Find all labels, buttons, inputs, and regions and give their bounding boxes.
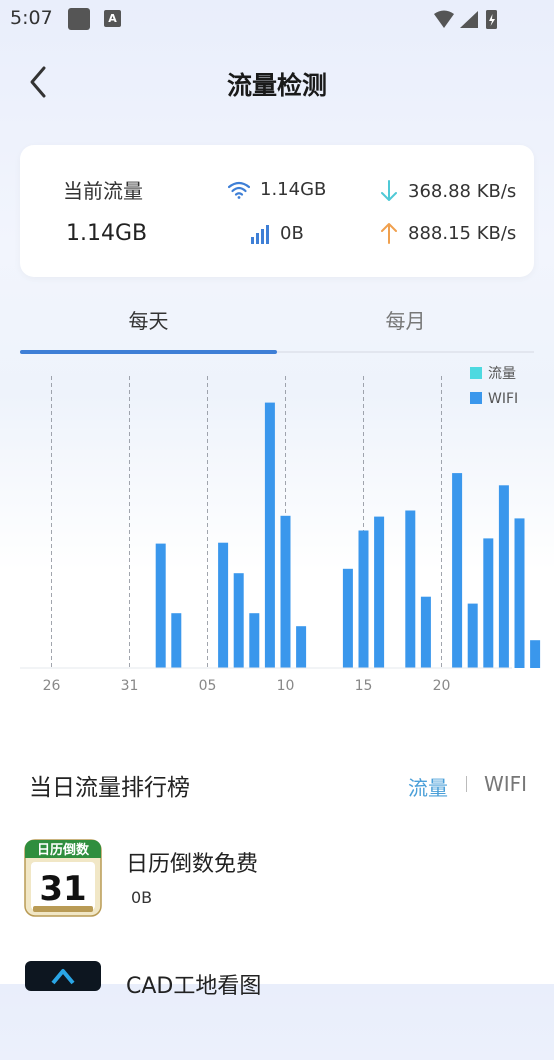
chart-bar — [280, 515, 291, 669]
chart-bar — [498, 485, 509, 668]
svg-text:日历倒数: 日历倒数 — [37, 842, 90, 858]
cad-app-icon — [25, 961, 101, 991]
x-tick-label: 20 — [433, 678, 451, 694]
chart-bar — [249, 613, 260, 668]
notification-icon — [68, 8, 90, 30]
chart-bar — [405, 510, 416, 668]
chart-bar — [374, 516, 385, 668]
x-tick-label: 15 — [355, 678, 373, 694]
chart-bar — [467, 603, 478, 668]
chart-bar — [452, 473, 463, 668]
chart-bar — [358, 530, 369, 668]
download-speed-row: 368.88 KB/s — [380, 179, 516, 203]
page-title: 流量检测 — [226, 71, 327, 100]
chart-bar — [218, 542, 229, 668]
wifi-usage-value: 1.14GB — [260, 179, 327, 200]
current-traffic-value: 1.14GB — [66, 221, 148, 246]
chart-bar — [530, 640, 541, 668]
ranking-toggle-divider — [466, 776, 467, 792]
upload-speed-value: 888.15 KB/s — [408, 222, 517, 244]
svg-text:31: 31 — [39, 869, 86, 909]
app-usage: 0B — [131, 888, 153, 907]
chart-bar — [233, 573, 244, 668]
legend-swatch-wifi — [470, 392, 482, 404]
wifi-icon — [228, 181, 250, 199]
current-traffic-card: 当前流量 1.14GB 1.14GB 0B 368.88 KB/s 888.15… — [20, 145, 534, 277]
tab-monthly[interactable]: 每月 — [277, 305, 534, 334]
x-tick-label: 05 — [199, 678, 217, 694]
system-status-icons — [432, 9, 516, 35]
wifi-usage-row: 1.14GB — [228, 179, 326, 200]
legend-label-wifi: WIFI — [488, 391, 518, 407]
legend-label-traffic: 流量 — [488, 366, 516, 382]
cellular-usage-row: 0B — [250, 223, 304, 244]
chart-bar — [155, 543, 166, 668]
cellular-signal-icon — [460, 11, 478, 28]
x-tick-label: 10 — [277, 678, 295, 694]
chart-bar — [296, 626, 307, 668]
daily-traffic-chart: 26 31 05 10 15 20 流量 WIFI — [20, 366, 541, 694]
legend-swatch-traffic — [470, 367, 482, 379]
period-tabs: 每天 每月 — [20, 305, 534, 355]
chart-bar — [420, 596, 431, 668]
ranking-title: 当日流量排行榜 — [29, 775, 190, 801]
chart-bar — [514, 518, 525, 668]
status-time: 5:07 — [10, 7, 53, 29]
chart-bar — [483, 538, 494, 668]
upload-speed-row: 888.15 KB/s — [380, 221, 516, 245]
ranking-toggle-traffic[interactable]: 流量 — [408, 772, 448, 801]
x-tick-label: 26 — [43, 678, 61, 694]
arrow-down-icon — [381, 180, 397, 201]
x-tick-label: 31 — [121, 678, 139, 694]
header: 流量检测 — [0, 52, 554, 114]
app-list-item[interactable]: 日历倒数 31 日历倒数免费 0B — [0, 838, 554, 938]
app-list-item[interactable]: CAD工地看图 — [0, 960, 554, 1060]
tab-indicator — [20, 350, 277, 354]
chart-legend: 流量 WIFI — [470, 366, 518, 407]
keyboard-notification-icon: A — [104, 10, 121, 27]
app-name: 日历倒数免费 — [126, 852, 259, 877]
app-name: CAD工地看图 — [126, 974, 262, 999]
ranking-toggle-wifi[interactable]: WIFI — [484, 772, 527, 796]
arrow-up-icon — [381, 223, 397, 244]
tab-daily[interactable]: 每天 — [20, 305, 277, 334]
chart-bar — [264, 402, 275, 668]
status-bar: 5:07 A — [0, 0, 554, 38]
cellular-bars-icon — [251, 224, 269, 244]
current-traffic-label: 当前流量 — [63, 179, 143, 203]
chart-bar — [342, 568, 353, 668]
download-speed-value: 368.88 KB/s — [408, 180, 517, 202]
chart-bar — [171, 613, 182, 668]
calendar-app-icon: 日历倒数 31 — [24, 839, 102, 917]
wifi-signal-icon — [434, 10, 454, 28]
cellular-usage-value: 0B — [280, 223, 304, 244]
